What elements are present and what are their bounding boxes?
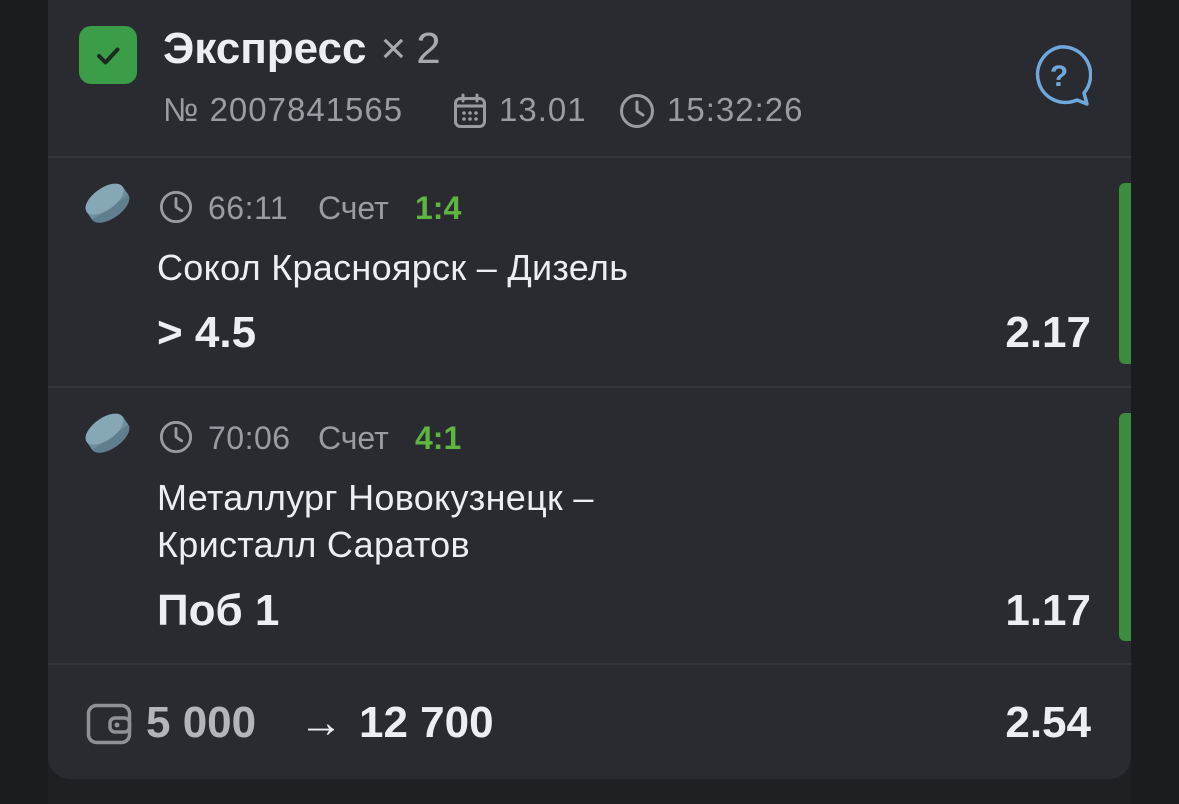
score-label: Счет [318, 190, 389, 226]
right-edge [1131, 0, 1179, 804]
express-bet-card[interactable]: Экспресс × 2 № 2007841565 13.01 15:32:26 ? [48, 0, 1131, 779]
game-time: 66:11 [208, 190, 289, 226]
match-name: Сокол Красноярск – Дизель [157, 247, 629, 288]
bet-title: Экспресс × 2 [163, 24, 441, 74]
live-score: 1:4 [415, 190, 462, 226]
payout-amount: 12 700 [359, 698, 494, 747]
score-label: Счет [318, 420, 389, 456]
live-score: 4:1 [415, 420, 462, 456]
bet-pick: Поб 1 [157, 586, 280, 635]
calendar-icon [453, 93, 487, 134]
help-chat-button[interactable]: ? [1028, 44, 1093, 113]
arrow-right-icon: → [299, 698, 343, 747]
left-edge [0, 0, 48, 804]
hockey-puck-icon [82, 180, 134, 233]
clock-icon [159, 190, 193, 229]
match-name-line2: Кристалл Саратов [157, 524, 470, 565]
event-divider [48, 386, 1131, 388]
game-time: 70:06 [208, 420, 291, 456]
match-name-line1: Металлург Новокузнецк – [157, 477, 594, 518]
win-status-bar [1119, 413, 1131, 641]
event-odds: 1.17 [1005, 586, 1091, 635]
stake-amount: 5 000 [146, 698, 257, 747]
checkmark-icon [79, 26, 137, 84]
event-odds: 2.17 [1005, 308, 1091, 357]
hockey-puck-icon [82, 410, 134, 463]
multiplier-sign: × [380, 24, 407, 73]
header-divider [48, 156, 1131, 158]
win-status-bar [1119, 183, 1131, 364]
footer-divider [48, 663, 1131, 665]
bet-number: № 2007841565 [163, 91, 404, 128]
wallet-icon [86, 703, 132, 750]
bet-type: Экспресс [163, 24, 367, 73]
bet-date: 13.01 [499, 91, 587, 128]
bet-pick: > 4.5 [157, 308, 257, 357]
total-odds: 2.54 [1005, 698, 1091, 747]
clock-icon [619, 93, 655, 134]
bet-time: 15:32:26 [667, 91, 804, 128]
selection-count: 2 [416, 24, 441, 73]
clock-icon [159, 420, 193, 459]
help-symbol: ? [1050, 60, 1068, 93]
